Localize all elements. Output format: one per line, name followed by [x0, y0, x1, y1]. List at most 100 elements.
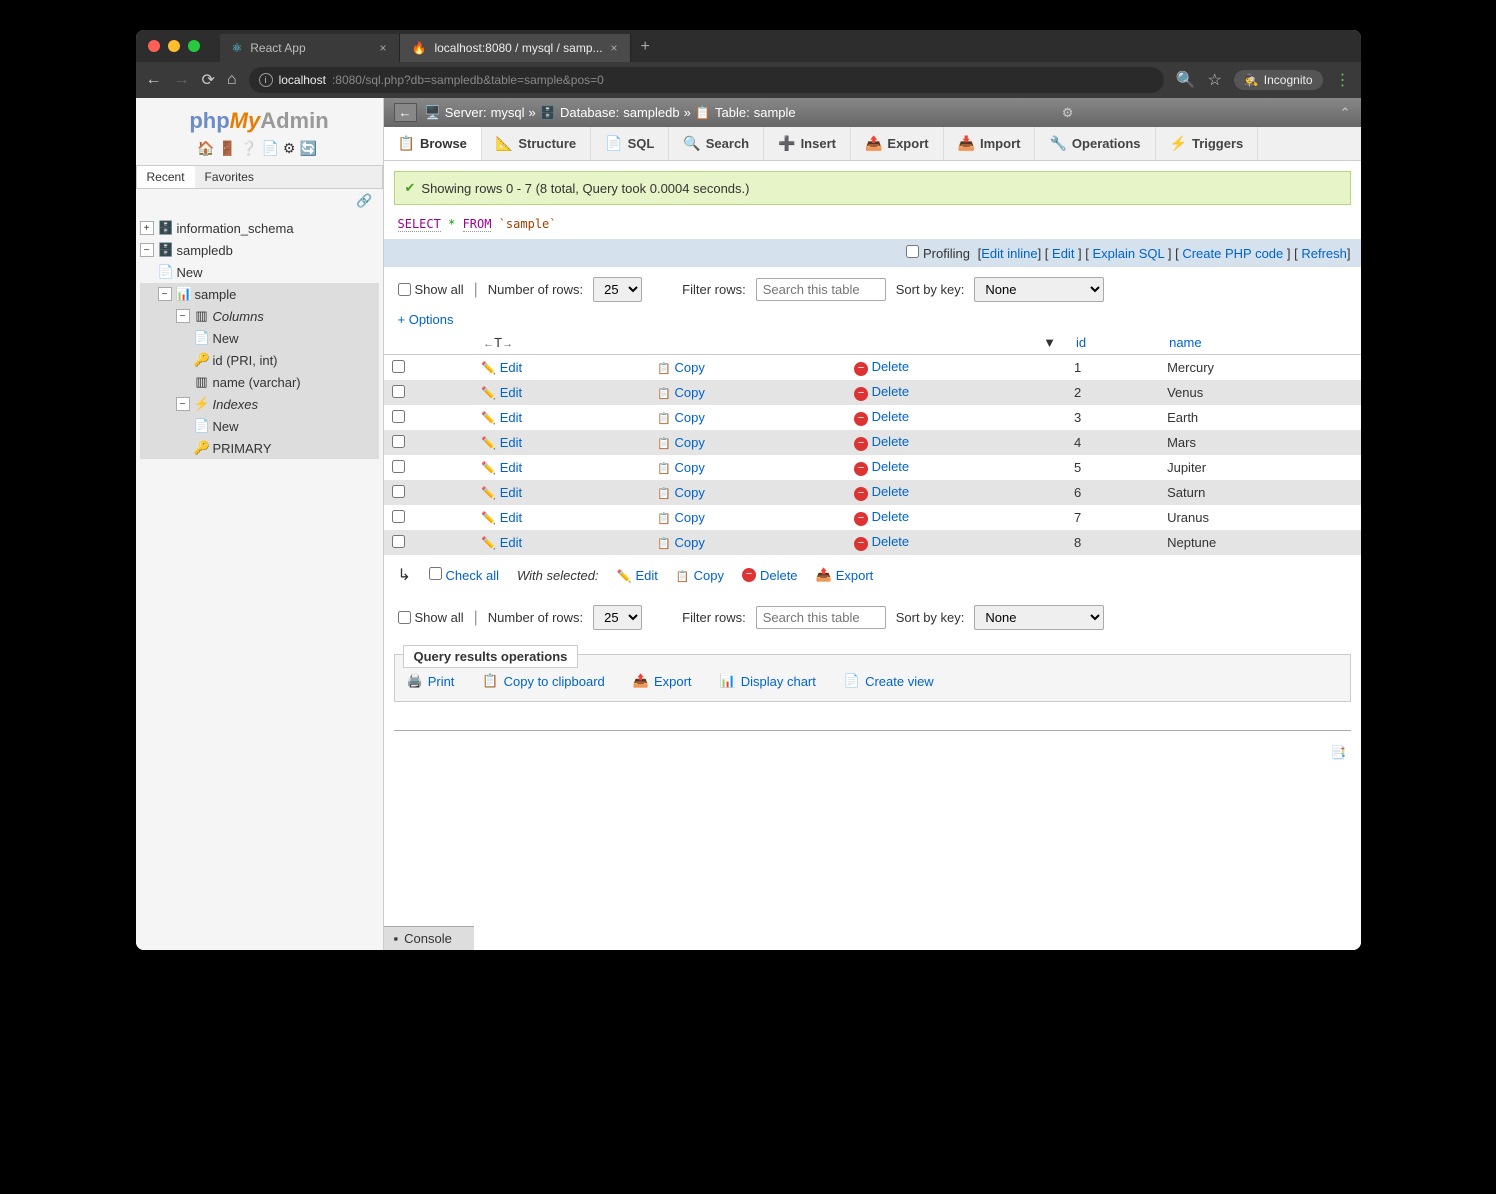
sort-select-bottom[interactable]: None: [974, 605, 1104, 630]
tree-column-id[interactable]: id (PRI, int): [213, 353, 278, 368]
tab-search[interactable]: 🔍Search: [669, 127, 764, 160]
row-edit-link[interactable]: Edit: [481, 435, 522, 450]
breadcrumb-back-icon[interactable]: ←: [394, 103, 417, 122]
collapse-icon[interactable]: −: [140, 243, 154, 257]
new-tab-button[interactable]: +: [631, 32, 660, 62]
tab-sql[interactable]: 📄SQL: [591, 127, 669, 160]
row-edit-link[interactable]: Edit: [481, 360, 522, 375]
rows-select-bottom[interactable]: 25: [593, 605, 642, 630]
row-delete-link[interactable]: − Delete: [854, 434, 909, 449]
row-delete-link[interactable]: − Delete: [854, 384, 909, 399]
bulk-export-link[interactable]: 📤 Export: [816, 567, 874, 583]
edit-inline-link[interactable]: Edit inline: [981, 246, 1037, 261]
tab-import[interactable]: 📥Import: [944, 127, 1036, 160]
profiling-checkbox[interactable]: [906, 245, 919, 258]
breadcrumb-server[interactable]: mysql: [491, 105, 525, 120]
row-copy-link[interactable]: Copy: [657, 510, 705, 525]
tree-new-column[interactable]: New: [213, 331, 239, 346]
docs-icon[interactable]: ❔: [240, 140, 261, 156]
row-checkbox[interactable]: [392, 510, 405, 523]
tab-structure[interactable]: 📐Structure: [482, 127, 591, 160]
create-php-link[interactable]: Create PHP code: [1182, 246, 1283, 261]
export-link[interactable]: 📤Export: [633, 673, 692, 689]
create-view-link[interactable]: 📄Create view: [844, 673, 934, 689]
bookmark-icon[interactable]: ☆: [1208, 70, 1222, 90]
row-delete-link[interactable]: − Delete: [854, 509, 909, 524]
bulk-copy-link[interactable]: Copy: [676, 568, 724, 583]
bulk-delete-link[interactable]: − Delete: [742, 568, 798, 583]
edit-link[interactable]: Edit: [1052, 246, 1074, 261]
row-copy-link[interactable]: Copy: [657, 485, 705, 500]
row-checkbox[interactable]: [392, 460, 405, 473]
phpmyadmin-logo[interactable]: phpMyAdmin: [136, 98, 383, 138]
close-tab-icon[interactable]: ×: [379, 41, 386, 55]
console-toggle[interactable]: ▪ Console: [384, 926, 474, 950]
row-checkbox[interactable]: [392, 410, 405, 423]
tree-db-information-schema[interactable]: information_schema: [177, 221, 294, 236]
show-all-checkbox[interactable]: [398, 283, 411, 296]
reload-icon[interactable]: 🔄: [299, 140, 320, 156]
collapse-icon[interactable]: −: [176, 397, 190, 411]
minimize-window-icon[interactable]: [168, 40, 180, 52]
browser-tab-react[interactable]: ⚛ React App ×: [220, 34, 400, 62]
tree-new-index[interactable]: New: [213, 419, 239, 434]
close-window-icon[interactable]: [148, 40, 160, 52]
display-chart-link[interactable]: 📊Display chart: [720, 673, 816, 689]
collapse-icon[interactable]: −: [176, 309, 190, 323]
row-edit-link[interactable]: Edit: [481, 485, 522, 500]
row-copy-link[interactable]: Copy: [657, 410, 705, 425]
tree-index-primary[interactable]: PRIMARY: [213, 441, 272, 456]
tree-columns[interactable]: Columns: [213, 309, 264, 324]
breadcrumb-table[interactable]: sample: [754, 105, 796, 120]
close-tab-icon[interactable]: ×: [611, 41, 618, 55]
sort-select[interactable]: None: [974, 277, 1104, 302]
bulk-edit-link[interactable]: Edit: [617, 568, 658, 583]
row-edit-link[interactable]: Edit: [481, 410, 522, 425]
row-copy-link[interactable]: Copy: [657, 535, 705, 550]
row-edit-link[interactable]: Edit: [481, 510, 522, 525]
tab-operations[interactable]: 🔧Operations: [1035, 127, 1155, 160]
tab-insert[interactable]: ➕Insert: [764, 127, 851, 160]
sql-icon[interactable]: 📄: [261, 140, 282, 156]
collapse-icon[interactable]: ⌃: [1340, 105, 1351, 121]
site-info-icon[interactable]: i: [259, 73, 273, 87]
header-id[interactable]: id: [1066, 331, 1159, 355]
tree-column-name[interactable]: name (varchar): [213, 375, 301, 390]
tab-recent[interactable]: Recent: [137, 166, 195, 188]
tree-indexes[interactable]: Indexes: [213, 397, 259, 412]
check-all-checkbox[interactable]: [429, 567, 442, 580]
tree-new-table[interactable]: New: [177, 265, 203, 280]
tab-triggers[interactable]: ⚡Triggers: [1156, 127, 1259, 160]
home-icon[interactable]: 🏠: [197, 140, 218, 156]
tab-favorites[interactable]: Favorites: [195, 166, 264, 188]
address-bar[interactable]: i localhost :8080/sql.php?db=sampledb&ta…: [249, 67, 1164, 93]
tree-db-sampledb[interactable]: sampledb: [177, 243, 233, 258]
row-copy-link[interactable]: Copy: [657, 435, 705, 450]
gear-icon[interactable]: ⚙: [1062, 105, 1074, 121]
zoom-icon[interactable]: 🔍: [1176, 70, 1196, 90]
header-name[interactable]: name: [1159, 331, 1360, 355]
refresh-link[interactable]: Refresh: [1301, 246, 1347, 261]
print-link[interactable]: 🖨️Print: [407, 673, 455, 689]
row-checkbox[interactable]: [392, 535, 405, 548]
row-delete-link[interactable]: − Delete: [854, 359, 909, 374]
row-delete-link[interactable]: − Delete: [854, 409, 909, 424]
row-copy-link[interactable]: Copy: [657, 360, 705, 375]
rows-select[interactable]: 25: [593, 277, 642, 302]
row-copy-link[interactable]: Copy: [657, 385, 705, 400]
explain-sql-link[interactable]: Explain SQL: [1093, 246, 1165, 261]
row-checkbox[interactable]: [392, 435, 405, 448]
forward-button[interactable]: →: [174, 71, 190, 89]
row-delete-link[interactable]: − Delete: [854, 484, 909, 499]
menu-icon[interactable]: ⋮: [1335, 70, 1351, 90]
link-icon[interactable]: 🔗: [356, 193, 372, 208]
row-checkbox[interactable]: [392, 385, 405, 398]
tab-browse[interactable]: 📋Browse: [384, 127, 482, 160]
logout-icon[interactable]: 🚪: [219, 140, 240, 156]
row-delete-link[interactable]: − Delete: [854, 534, 909, 549]
copy-clipboard-link[interactable]: 📋Copy to clipboard: [482, 673, 604, 689]
row-edit-link[interactable]: Edit: [481, 385, 522, 400]
expand-icon[interactable]: +: [140, 221, 154, 235]
row-delete-link[interactable]: − Delete: [854, 459, 909, 474]
tree-table-sample[interactable]: sample: [195, 287, 237, 302]
